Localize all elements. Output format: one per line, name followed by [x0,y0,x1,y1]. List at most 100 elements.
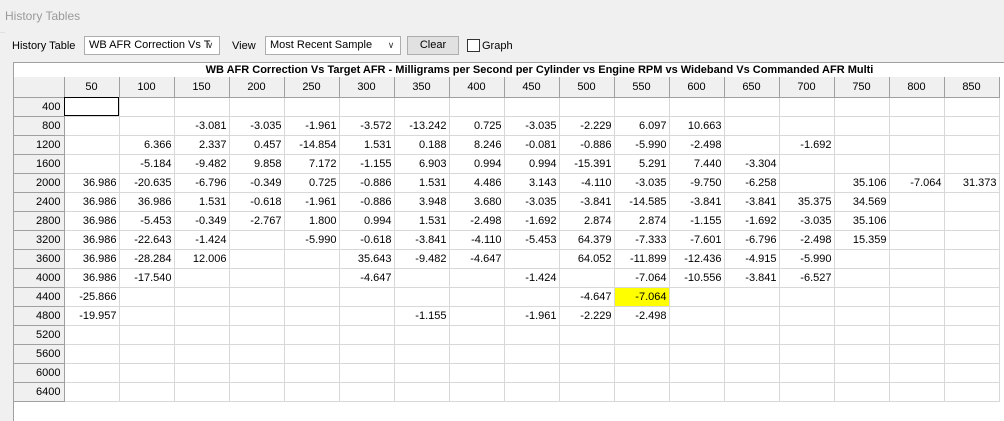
table-cell[interactable]: 36.986 [64,268,120,288]
table-cell[interactable]: 10.663 [669,116,725,136]
table-cell[interactable] [339,382,395,402]
table-cell[interactable] [64,363,120,383]
table-cell[interactable] [779,306,835,326]
table-cell[interactable] [174,287,230,307]
table-cell[interactable] [119,325,175,345]
table-cell[interactable]: -4.110 [559,173,615,193]
table-cell[interactable] [834,135,890,155]
table-cell[interactable] [284,344,340,364]
table-cell[interactable] [559,363,615,383]
table-cell[interactable]: 36.986 [64,249,120,269]
table-cell[interactable]: 6.903 [394,154,450,174]
table-cell[interactable] [834,97,890,117]
table-cell[interactable] [614,382,670,402]
table-cell[interactable]: -10.556 [669,268,725,288]
table-cell[interactable] [944,344,1000,364]
table-cell[interactable]: -3.572 [339,116,395,136]
table-cell[interactable] [229,268,285,288]
table-cell[interactable] [504,325,560,345]
table-cell[interactable] [119,116,175,136]
table-cell[interactable]: 7.440 [669,154,725,174]
table-cell[interactable]: -1.155 [669,211,725,231]
table-cell[interactable] [284,382,340,402]
table-cell[interactable]: 1.531 [394,173,450,193]
table-cell[interactable]: -1.692 [724,211,780,231]
table-cell[interactable] [394,344,450,364]
table-cell[interactable]: -5.990 [284,230,340,250]
table-cell[interactable]: 9.858 [229,154,285,174]
table-cell[interactable]: -4.647 [339,268,395,288]
table-cell[interactable]: 0.725 [449,116,505,136]
table-cell[interactable] [449,382,505,402]
table-cell[interactable]: -3.304 [724,154,780,174]
table-cell[interactable] [889,97,945,117]
table-cell[interactable]: 3.948 [394,192,450,212]
table-cell[interactable] [944,363,1000,383]
table-cell[interactable] [944,230,1000,250]
table-cell[interactable] [339,306,395,326]
table-cell[interactable] [889,154,945,174]
table-cell[interactable]: -4.915 [724,249,780,269]
table-cell[interactable]: -5.453 [119,211,175,231]
table-cell[interactable] [394,363,450,383]
table-cell[interactable] [834,382,890,402]
table-cell[interactable] [779,154,835,174]
table-cell[interactable] [449,268,505,288]
table-cell[interactable] [944,382,1000,402]
table-cell[interactable] [889,116,945,136]
table-cell[interactable]: -0.886 [339,192,395,212]
table-cell[interactable]: -6.258 [724,173,780,193]
table-cell[interactable] [724,116,780,136]
table-cell[interactable] [64,344,120,364]
table-cell[interactable] [449,325,505,345]
table-cell[interactable]: -1.424 [504,268,560,288]
table-cell[interactable] [669,306,725,326]
table-cell[interactable] [119,344,175,364]
table-cell[interactable]: 15.359 [834,230,890,250]
table-cell[interactable]: 36.986 [64,211,120,231]
table-cell[interactable]: -4.110 [449,230,505,250]
table-cell[interactable]: -2.229 [559,116,615,136]
table-cell[interactable]: 3.143 [504,173,560,193]
table-cell[interactable] [229,344,285,364]
table-cell[interactable] [724,325,780,345]
table-cell[interactable]: 12.006 [174,249,230,269]
table-cell[interactable] [64,382,120,402]
view-select[interactable]: Most Recent Sample ∨ [265,36,401,55]
table-cell[interactable] [284,306,340,326]
table-cell[interactable] [944,116,1000,136]
table-cell[interactable] [559,268,615,288]
table-cell[interactable] [229,249,285,269]
table-cell[interactable]: -28.284 [119,249,175,269]
table-cell[interactable]: -7.601 [669,230,725,250]
table-cell[interactable] [669,325,725,345]
table-cell[interactable] [284,268,340,288]
table-cell[interactable] [724,287,780,307]
table-cell[interactable] [394,97,450,117]
table-cell[interactable]: 4.486 [449,173,505,193]
table-cell[interactable] [889,325,945,345]
table-cell[interactable]: -14.854 [284,135,340,155]
table-cell[interactable] [229,97,285,117]
table-cell[interactable] [119,306,175,326]
table-cell[interactable] [834,325,890,345]
table-cell[interactable] [64,325,120,345]
table-cell[interactable] [779,325,835,345]
table-cell[interactable]: -13.242 [394,116,450,136]
table-cell[interactable] [779,344,835,364]
table-cell[interactable]: 36.986 [64,192,120,212]
table-cell[interactable] [119,363,175,383]
table-cell[interactable]: 1.800 [284,211,340,231]
table-cell[interactable] [559,382,615,402]
table-cell[interactable]: -3.841 [559,192,615,212]
table-cell[interactable]: 6.097 [614,116,670,136]
table-cell[interactable] [504,363,560,383]
table-cell[interactable]: 0.457 [229,135,285,155]
table-cell[interactable]: 0.994 [504,154,560,174]
table-cell[interactable] [119,97,175,117]
table-cell[interactable] [174,363,230,383]
table-cell[interactable] [119,287,175,307]
table-cell[interactable] [394,268,450,288]
table-cell[interactable]: 0.994 [449,154,505,174]
table-cell[interactable] [889,230,945,250]
